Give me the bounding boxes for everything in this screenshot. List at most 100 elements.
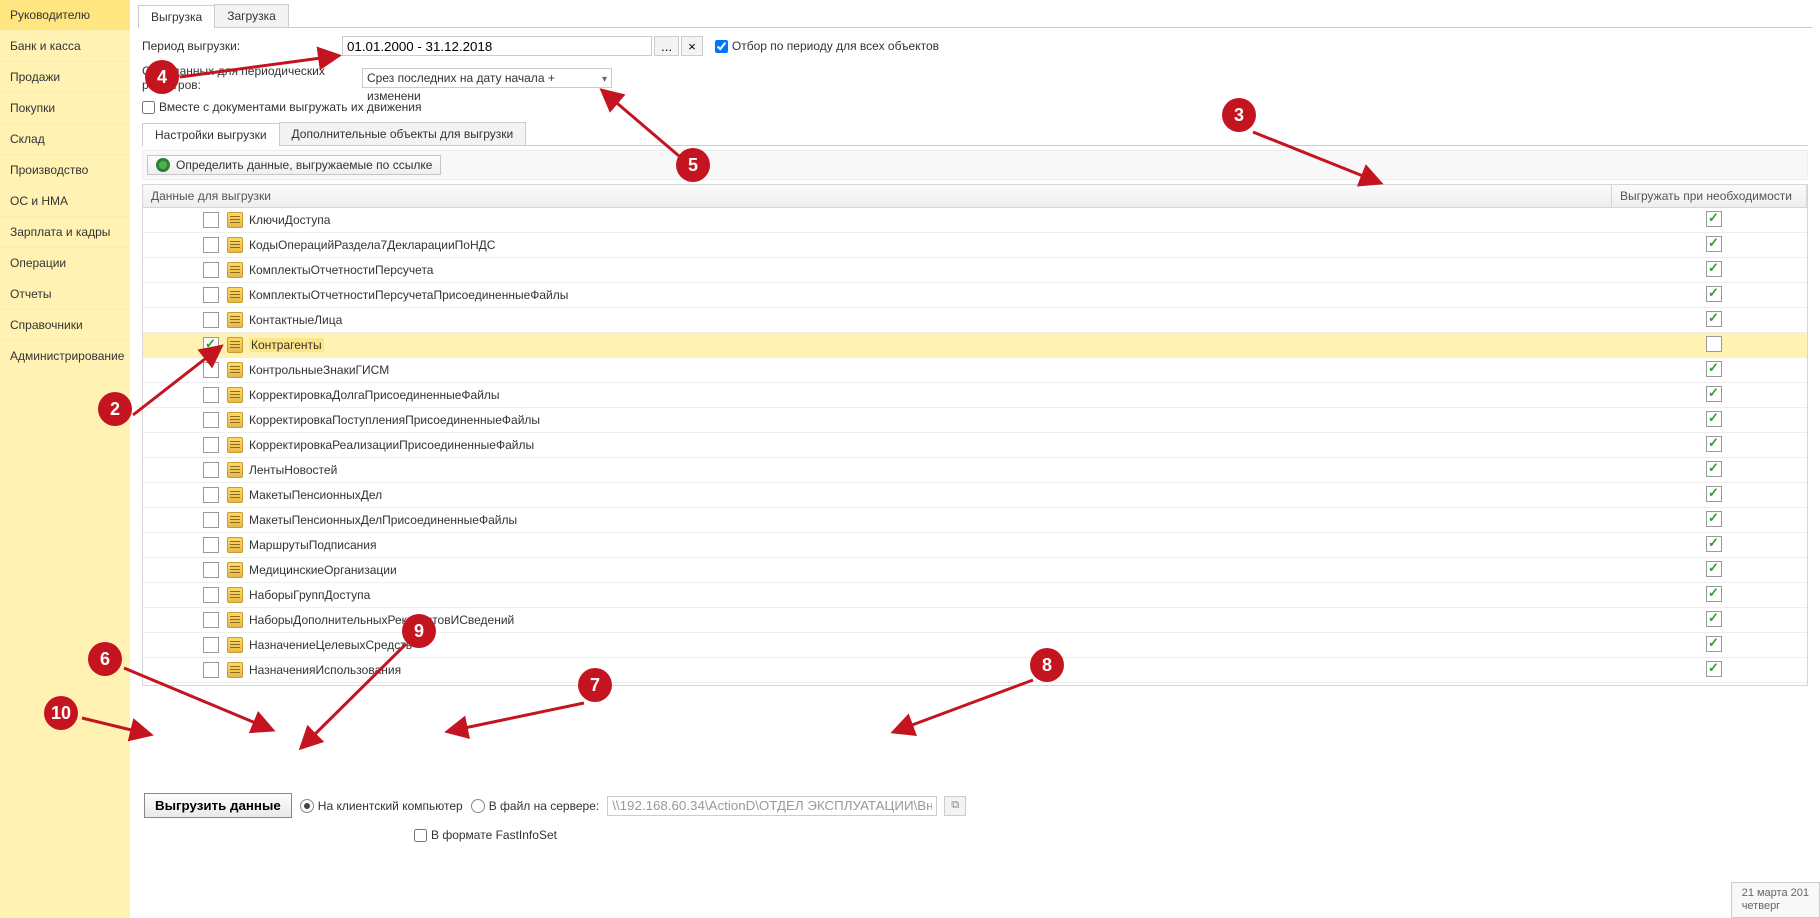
radio-to-file[interactable]: В файл на сервере: bbox=[471, 799, 600, 813]
table-row[interactable]: КорректировкаДолгаПрисоединенныеФайлы bbox=[143, 383, 1807, 408]
filter-all-checkbox[interactable] bbox=[715, 40, 728, 53]
row-select-checkbox[interactable] bbox=[203, 437, 219, 453]
status-bar: 21 марта 201 четверг bbox=[1731, 882, 1820, 918]
sidebar-item[interactable]: ОС и НМА bbox=[0, 185, 130, 216]
table-row[interactable]: КодыОперацийРаздела7ДекларацииПоНДС bbox=[143, 233, 1807, 258]
open-path-button[interactable]: ⧉ bbox=[944, 796, 966, 816]
row-select-checkbox[interactable] bbox=[203, 487, 219, 503]
movements-checkbox[interactable] bbox=[142, 101, 155, 114]
table-row[interactable]: НаборыГруппДоступа bbox=[143, 583, 1807, 608]
table-row[interactable]: КонтактныеЛица bbox=[143, 308, 1807, 333]
sidebar-item[interactable]: Операции bbox=[0, 247, 130, 278]
filter-all-label: Отбор по периоду для всех объектов bbox=[732, 39, 939, 53]
server-path-input[interactable] bbox=[607, 796, 937, 816]
row-need-checkbox[interactable] bbox=[1706, 611, 1722, 627]
row-select-checkbox[interactable] bbox=[203, 387, 219, 403]
table-row[interactable]: ЛентыНовостей bbox=[143, 458, 1807, 483]
sidebar: Руководителю Банк и касса Продажи Покупк… bbox=[0, 0, 130, 918]
row-name: КорректировкаПоступленияПрисоединенныеФа… bbox=[249, 413, 540, 427]
tab-extra[interactable]: Дополнительные объекты для выгрузки bbox=[279, 122, 527, 145]
period-input[interactable] bbox=[342, 36, 652, 56]
row-select-checkbox[interactable] bbox=[203, 662, 219, 678]
sidebar-item[interactable]: Руководителю bbox=[0, 0, 130, 30]
row-need-checkbox[interactable] bbox=[1706, 211, 1722, 227]
row-need-checkbox[interactable] bbox=[1706, 461, 1722, 477]
row-select-checkbox[interactable] bbox=[203, 412, 219, 428]
catalog-icon bbox=[227, 637, 243, 653]
row-select-checkbox[interactable] bbox=[203, 262, 219, 278]
table-row[interactable]: МакетыПенсионныхДел bbox=[143, 483, 1807, 508]
radio-to-client[interactable]: На клиентский компьютер bbox=[300, 799, 463, 813]
row-need-checkbox[interactable] bbox=[1706, 536, 1722, 552]
row-need-checkbox[interactable] bbox=[1706, 486, 1722, 502]
sidebar-item[interactable]: Администрирование bbox=[0, 340, 130, 371]
fastinfoset-checkbox[interactable] bbox=[414, 829, 427, 842]
sidebar-item[interactable]: Справочники bbox=[0, 309, 130, 340]
table-row[interactable]: КомплектыОтчетностиПерсучета bbox=[143, 258, 1807, 283]
table-row[interactable]: КорректировкаРеализацииПрисоединенныеФай… bbox=[143, 433, 1807, 458]
row-select-checkbox[interactable] bbox=[203, 337, 219, 353]
row-select-checkbox[interactable] bbox=[203, 362, 219, 378]
table-row[interactable]: НазначениеЦелевыхСредств bbox=[143, 633, 1807, 658]
table-row[interactable]: КомплектыОтчетностиПерсучетаПрисоединенн… bbox=[143, 283, 1807, 308]
row-need-checkbox[interactable] bbox=[1706, 336, 1722, 352]
table-row[interactable]: КонтрольныеЗнакиГИСМ bbox=[143, 358, 1807, 383]
tab-import[interactable]: Загрузка bbox=[214, 4, 289, 27]
row-need-checkbox[interactable] bbox=[1706, 386, 1722, 402]
row-select-checkbox[interactable] bbox=[203, 512, 219, 528]
row-need-checkbox[interactable] bbox=[1706, 511, 1722, 527]
table-row[interactable]: НаборыДополнительныхРеквизитовИСведений bbox=[143, 608, 1807, 633]
row-need-checkbox[interactable] bbox=[1706, 661, 1722, 677]
table-row[interactable]: Контрагенты bbox=[143, 333, 1807, 358]
row-need-checkbox[interactable] bbox=[1706, 311, 1722, 327]
table-row[interactable]: МедицинскиеОрганизации bbox=[143, 558, 1807, 583]
row-select-checkbox[interactable] bbox=[203, 287, 219, 303]
row-need-checkbox[interactable] bbox=[1706, 411, 1722, 427]
row-select-checkbox[interactable] bbox=[203, 312, 219, 328]
table-row[interactable]: МакетыПенсионныхДелПрисоединенныеФайлы bbox=[143, 508, 1807, 533]
column-data: Данные для выгрузки bbox=[143, 185, 1612, 207]
table-row[interactable]: КлючиДоступа bbox=[143, 208, 1807, 233]
row-select-checkbox[interactable] bbox=[203, 612, 219, 628]
periodic-select[interactable]: Срез последних на дату начала + изменени bbox=[362, 68, 612, 88]
table-row[interactable]: КорректировкаПоступленияПрисоединенныеФа… bbox=[143, 408, 1807, 433]
row-select-checkbox[interactable] bbox=[203, 587, 219, 603]
sidebar-item[interactable]: Отчеты bbox=[0, 278, 130, 309]
sidebar-item[interactable]: Покупки bbox=[0, 92, 130, 123]
row-need-checkbox[interactable] bbox=[1706, 361, 1722, 377]
row-need-checkbox[interactable] bbox=[1706, 286, 1722, 302]
row-need-checkbox[interactable] bbox=[1706, 236, 1722, 252]
row-select-checkbox[interactable] bbox=[203, 637, 219, 653]
sidebar-item[interactable]: Продажи bbox=[0, 61, 130, 92]
row-need-checkbox[interactable] bbox=[1706, 636, 1722, 652]
row-select-checkbox[interactable] bbox=[203, 462, 219, 478]
table-row[interactable]: НазначенияИспользования bbox=[143, 658, 1807, 683]
row-need-checkbox[interactable] bbox=[1706, 261, 1722, 277]
row-select-checkbox[interactable] bbox=[203, 212, 219, 228]
catalog-icon bbox=[227, 212, 243, 228]
row-need-checkbox[interactable] bbox=[1706, 586, 1722, 602]
table-row[interactable]: МаршрутыПодписания bbox=[143, 533, 1807, 558]
row-need-checkbox[interactable] bbox=[1706, 436, 1722, 452]
row-select-checkbox[interactable] bbox=[203, 237, 219, 253]
catalog-icon bbox=[227, 512, 243, 528]
table-row[interactable]: НалоговыеОрганы bbox=[143, 683, 1807, 684]
tab-export[interactable]: Выгрузка bbox=[138, 5, 215, 28]
row-name: ЛентыНовостей bbox=[249, 463, 337, 477]
period-select-button[interactable]: ... bbox=[654, 36, 679, 56]
row-need-checkbox[interactable] bbox=[1706, 561, 1722, 577]
export-table: Данные для выгрузки Выгружать при необхо… bbox=[142, 184, 1808, 686]
tab-settings[interactable]: Настройки выгрузки bbox=[142, 123, 280, 146]
row-select-checkbox[interactable] bbox=[203, 562, 219, 578]
sidebar-item[interactable]: Банк и касса bbox=[0, 30, 130, 61]
period-clear-button[interactable]: × bbox=[681, 36, 703, 56]
export-button[interactable]: Выгрузить данные bbox=[144, 793, 292, 818]
sidebar-item[interactable]: Производство bbox=[0, 154, 130, 185]
sidebar-item[interactable]: Склад bbox=[0, 123, 130, 154]
detect-linked-button[interactable]: Определить данные, выгружаемые по ссылке bbox=[147, 155, 441, 175]
row-name: МедицинскиеОрганизации bbox=[249, 563, 397, 577]
catalog-icon bbox=[227, 662, 243, 678]
catalog-icon bbox=[227, 487, 243, 503]
row-select-checkbox[interactable] bbox=[203, 537, 219, 553]
sidebar-item[interactable]: Зарплата и кадры bbox=[0, 216, 130, 247]
